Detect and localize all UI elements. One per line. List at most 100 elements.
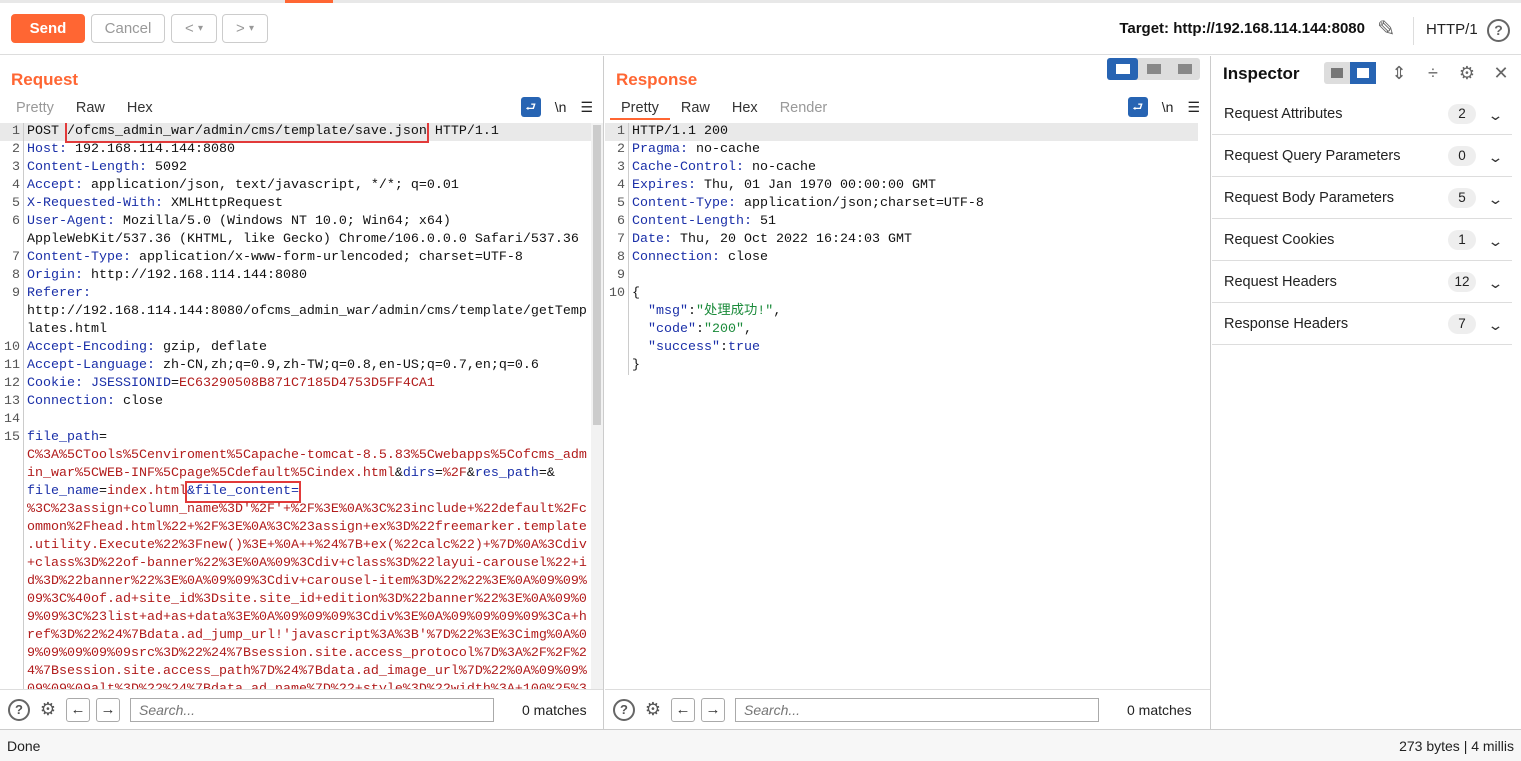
scrollbar[interactable] (591, 123, 603, 689)
request-editor[interactable]: 1 POST /ofcms_admin_war/admin/cms/templat… (0, 123, 591, 689)
code-token: close (719, 250, 768, 265)
line-number: 7 (605, 231, 629, 249)
menu-icon[interactable]: ☰ (1187, 99, 1200, 116)
cancel-button[interactable]: Cancel (91, 14, 165, 43)
code-line: 09%3C%40of.ad+site_id%3Dsite.site_id+edi… (0, 591, 591, 609)
tab-pretty[interactable]: Pretty (610, 98, 670, 120)
code-token: zh-CN,zh;q=0.9,zh-TW;q=0.8,en-US;q=0.7,e… (154, 358, 539, 373)
code-token: Origin: (27, 268, 83, 283)
code-token: = (98, 430, 107, 445)
chevron-down-icon[interactable]: ⌄ (1487, 233, 1507, 249)
dock-left-icon[interactable] (1324, 62, 1350, 84)
chevron-down-icon[interactable]: ⌄ (1487, 191, 1507, 207)
code-token: Accept-Encoding: (27, 340, 155, 355)
inspector-section[interactable]: Request Attributes 2 ⌄ (1212, 93, 1512, 135)
line-number (0, 519, 24, 537)
settings-icon[interactable]: ⚙ (641, 698, 665, 722)
line-number (605, 303, 629, 321)
highlighted-token: &file_content= (184, 481, 301, 503)
edit-target-icon[interactable]: ✎ (1377, 16, 1395, 42)
word-wrap-icon[interactable]: ⮐ (1127, 97, 1148, 117)
chevron-down-icon[interactable]: ⌄ (1487, 149, 1507, 165)
dock-right-icon[interactable] (1350, 62, 1376, 84)
line-number (0, 609, 24, 627)
send-button[interactable]: Send (11, 14, 85, 43)
code-line: C%3A%5CTools%5Cenviroment%5Capache-tomca… (0, 447, 591, 465)
layout-side-by-side-icon[interactable] (1107, 58, 1138, 80)
close-icon[interactable]: ✕ (1490, 63, 1512, 84)
toolbar: Send Cancel < ▾ > ▾ Target: http://192.1… (0, 3, 1521, 55)
request-panel: Request Pretty Raw Hex ⮐ \n ☰ 1 POST /ofc… (0, 56, 604, 729)
settings-icon[interactable]: ⚙ (1456, 63, 1478, 84)
newline-toggle[interactable]: \n (555, 99, 567, 115)
line-number (0, 447, 24, 465)
layout-stacked-icon[interactable] (1138, 58, 1169, 80)
expand-all-icon[interactable]: ⇕ (1388, 63, 1410, 84)
code-line: 10{ (605, 285, 1198, 303)
tab-render[interactable]: Render (769, 98, 839, 120)
code-line: 9%09%09%09%09src%3D%22%24%7Bsession.site… (0, 645, 591, 663)
back-button[interactable]: < ▾ (171, 14, 217, 43)
code-token: Thu, 01 Jan 1970 00:00:00 GMT (696, 178, 936, 193)
settings-icon[interactable]: ⚙ (36, 698, 60, 722)
code-line: 9 Referer: (0, 285, 591, 303)
code-token: Referer: (27, 286, 91, 301)
code-line: file_name = index.html &file_content= (0, 481, 591, 503)
forward-icon: > (236, 20, 245, 37)
code-line: in_war%5CWEB-INF%5Cpage%5Cdefault%5Cinde… (0, 465, 591, 483)
collapse-all-icon[interactable]: ÷ (1422, 63, 1444, 84)
inspector-section[interactable]: Request Cookies 1 ⌄ (1212, 219, 1512, 261)
match-count: 0 matches (522, 701, 587, 718)
code-line: 12 Cookie: JSESSIONID = EC63290508B871C7185… (0, 375, 591, 393)
help-icon[interactable]: ? (1487, 19, 1510, 42)
code-line: 10 Accept-Encoding: gzip, deflate (0, 339, 591, 357)
code-token: 09%09%09alt%3D%22%24%7Bdata.ad_name%7D%2… (27, 681, 587, 689)
inspector-section[interactable]: Response Headers 7 ⌄ (1212, 303, 1512, 345)
code-token: Connection: (632, 250, 720, 265)
menu-icon[interactable]: ☰ (580, 99, 593, 116)
tab-raw[interactable]: Raw (670, 98, 721, 120)
newline-toggle[interactable]: \n (1162, 99, 1174, 115)
layout-tabs-icon[interactable] (1169, 58, 1200, 80)
search-input[interactable] (130, 697, 494, 722)
section-count-badge: 7 (1448, 313, 1476, 334)
response-panel: Response Pretty Raw Hex Render ⮐ \n ☰ 1H… (605, 56, 1211, 729)
code-token: HTTP/1.1 200 (632, 124, 728, 139)
help-icon[interactable]: ? (613, 698, 635, 721)
code-token: : (688, 304, 696, 319)
code-token: , (744, 322, 752, 337)
help-icon[interactable]: ? (8, 698, 30, 721)
line-number (605, 321, 629, 339)
forward-button[interactable]: > ▾ (222, 14, 268, 43)
chevron-down-icon[interactable]: ⌄ (1487, 317, 1507, 333)
word-wrap-icon[interactable]: ⮐ (520, 97, 541, 117)
response-tabs: Pretty Raw Hex Render (610, 98, 838, 120)
next-match-icon[interactable]: → (701, 697, 725, 722)
inspector-section[interactable]: Request Headers 12 ⌄ (1212, 261, 1512, 303)
request-title: Request (11, 70, 79, 89)
code-token: no-cache (688, 142, 760, 157)
previous-match-icon[interactable]: ← (66, 697, 90, 722)
chevron-down-icon: ▾ (197, 23, 203, 34)
tab-hex[interactable]: Hex (116, 98, 164, 118)
tab-pretty[interactable]: Pretty (5, 98, 65, 118)
tab-raw[interactable]: Raw (65, 98, 116, 118)
inspector-section[interactable]: Request Query Parameters 0 ⌄ (1212, 135, 1512, 177)
inspector-section[interactable]: Request Body Parameters 5 ⌄ (1212, 177, 1512, 219)
code-token: Cookie: (27, 376, 83, 391)
http-version-toggle[interactable]: HTTP/1 (1426, 21, 1478, 38)
code-token: 09%3C%40of.ad+site_id%3Dsite.site_id+edi… (27, 592, 587, 607)
chevron-down-icon[interactable]: ⌄ (1487, 275, 1507, 291)
next-match-icon[interactable]: → (96, 697, 120, 722)
code-token: Mozilla/5.0 (Windows NT 10.0; Win64; x64… (114, 214, 451, 229)
tab-hex[interactable]: Hex (721, 98, 769, 120)
search-input[interactable] (735, 697, 1099, 722)
previous-match-icon[interactable]: ← (671, 697, 695, 722)
code-token: dirs (402, 466, 435, 481)
chevron-down-icon[interactable]: ⌄ (1487, 107, 1507, 123)
code-line: "success": true (605, 339, 1198, 357)
inspector-layout-toggle (1324, 62, 1376, 84)
response-editor[interactable]: 1 HTTP/1.1 200 2 Pragma: no-cache 3 Cache-Con… (605, 123, 1198, 689)
